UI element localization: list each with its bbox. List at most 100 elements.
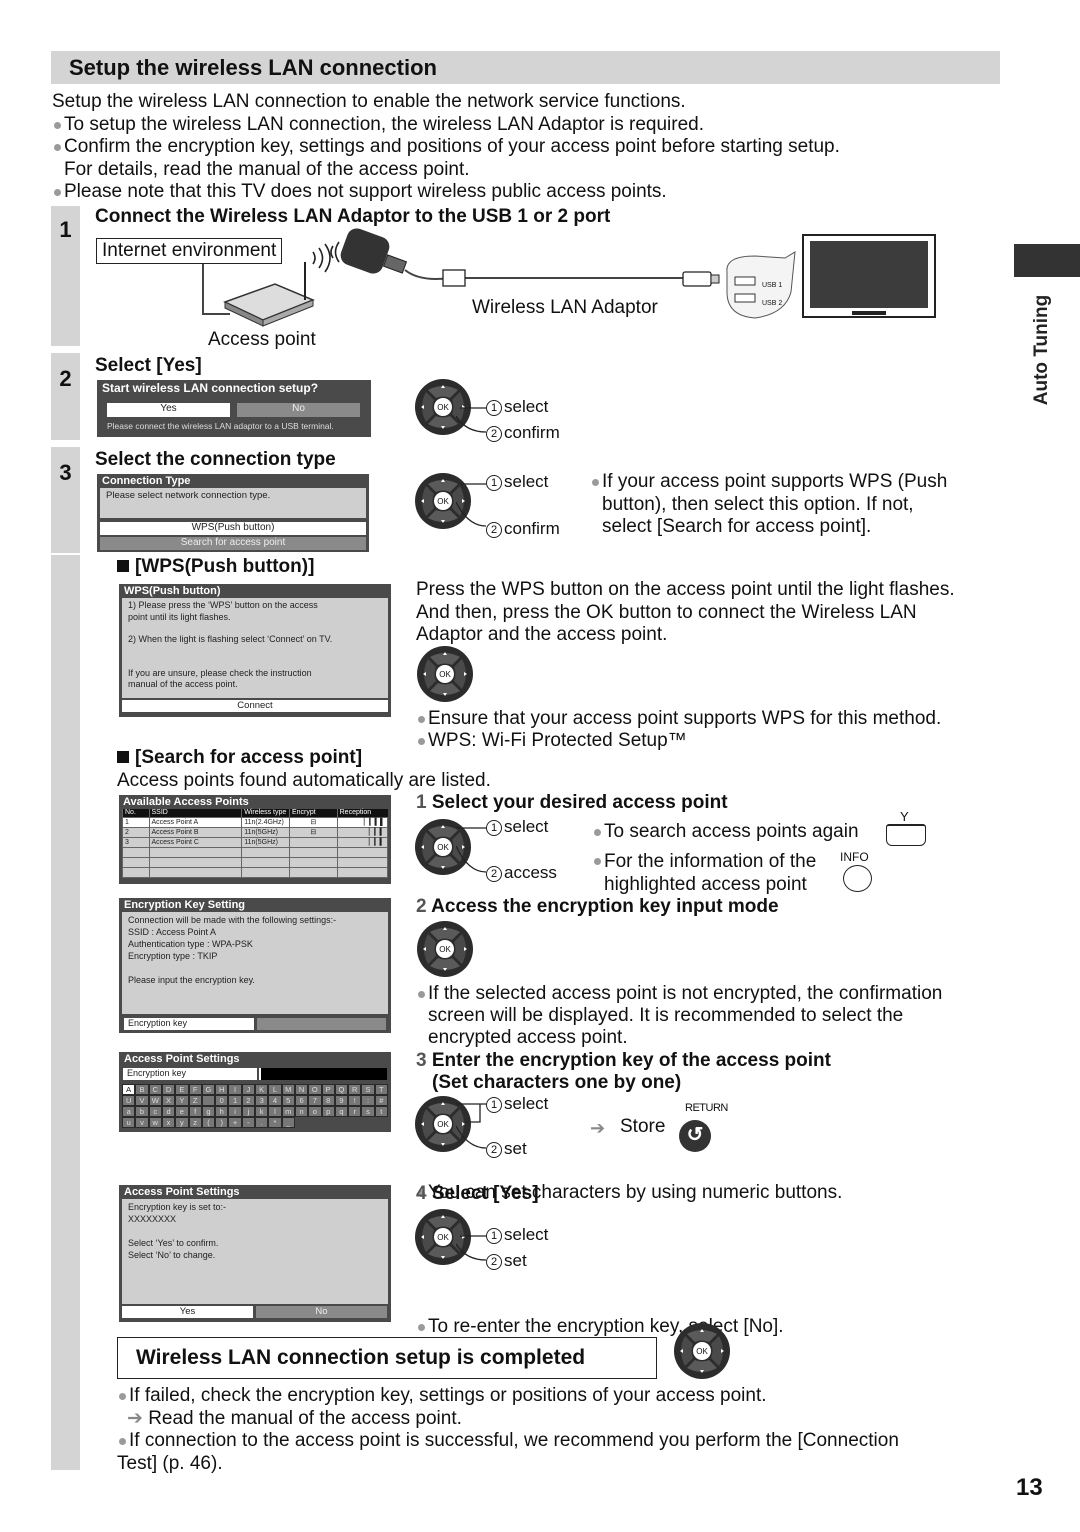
- keyboard-key[interactable]: v: [135, 1117, 149, 1128]
- keyboard-key[interactable]: (: [201, 1117, 216, 1128]
- encryption-key-value[interactable]: [257, 1018, 386, 1030]
- dialog-title: Connection Type: [102, 475, 191, 487]
- keyboard-key[interactable]: i: [228, 1106, 242, 1117]
- keyboard-key[interactable]: e: [175, 1106, 189, 1117]
- keyboard-key[interactable]: M: [281, 1084, 295, 1095]
- keyboard-key[interactable]: 1: [228, 1095, 242, 1106]
- keyboard-key[interactable]: 9: [334, 1095, 349, 1106]
- keyboard-key[interactable]: *: [268, 1117, 282, 1128]
- dialog-title: Access Point Settings: [124, 1186, 240, 1198]
- keyboard-key[interactable]: _: [281, 1117, 295, 1128]
- keyboard-key[interactable]: z: [188, 1117, 202, 1128]
- keyboard-key[interactable]: Y: [175, 1095, 189, 1106]
- wps-heading: [WPS(Push button)]: [117, 556, 314, 578]
- table-row[interactable]: 2 Access Point B 11n(5GHz) ⊟ ▏▎▍: [122, 826, 389, 838]
- keyboard-key[interactable]: 0: [215, 1095, 229, 1106]
- keyboard-key[interactable]: A: [122, 1084, 136, 1095]
- keyboard-key[interactable]: +: [228, 1117, 242, 1128]
- option-wps[interactable]: WPS(Push button): [100, 522, 366, 535]
- keyboard-key[interactable]: 8: [321, 1095, 335, 1106]
- keyboard-key[interactable]: S: [361, 1084, 375, 1095]
- encryption-key-field: Encryption key: [123, 1068, 257, 1080]
- keyboard-key[interactable]: G: [201, 1084, 216, 1095]
- wifi-signal-icon: [312, 241, 340, 273]
- keyboard-key[interactable]: H: [215, 1084, 229, 1095]
- keyboard-key[interactable]: p: [321, 1106, 335, 1117]
- store-label: Store: [620, 1116, 666, 1137]
- keyboard-key[interactable]: T: [374, 1084, 388, 1095]
- keyboard-key[interactable]: a: [122, 1106, 136, 1117]
- keyboard-key[interactable]: B: [135, 1084, 149, 1095]
- keyboard-key[interactable]: r: [348, 1106, 362, 1117]
- keyboard-key[interactable]: o: [308, 1106, 322, 1117]
- keyboard-key[interactable]: C: [148, 1084, 162, 1095]
- re-enter-note: To re-enter the encryption key, select […: [416, 1316, 1080, 1338]
- keyboard-key[interactable]: O: [308, 1084, 322, 1095]
- substep-3-subtitle: (Set characters one by one): [432, 1072, 682, 1093]
- keyboard-key[interactable]: x: [161, 1117, 176, 1128]
- keyboard-key[interactable]: .: [255, 1117, 269, 1128]
- keyboard-key[interactable]: [201, 1095, 216, 1106]
- keyboard-key[interactable]: P: [321, 1084, 335, 1095]
- keyboard-key[interactable]: F: [188, 1084, 202, 1095]
- option-search[interactable]: Search for access point: [100, 537, 366, 550]
- keyboard-key[interactable]: J: [241, 1084, 255, 1095]
- keyboard-key[interactable]: Z: [188, 1095, 202, 1106]
- connect-button[interactable]: Connect: [122, 700, 388, 712]
- keyboard-key[interactable]: u: [122, 1117, 136, 1128]
- keyboard-key[interactable]: W: [148, 1095, 162, 1106]
- keyboard-key[interactable]: l: [268, 1106, 282, 1117]
- keyboard-key[interactable]: 7: [308, 1095, 322, 1106]
- keyboard-key[interactable]: j: [241, 1106, 255, 1117]
- keyboard-key[interactable]: t: [374, 1106, 388, 1117]
- yes-button[interactable]: Yes: [122, 1306, 253, 1318]
- keyboard-key[interactable]: 4: [268, 1095, 282, 1106]
- keyboard-key[interactable]: b: [135, 1106, 149, 1117]
- keyboard-key[interactable]: D: [161, 1084, 176, 1095]
- no-button[interactable]: No: [256, 1306, 387, 1318]
- keyboard-key[interactable]: 2: [241, 1095, 255, 1106]
- yes-button[interactable]: Yes: [107, 403, 230, 417]
- keyboard-key[interactable]: I: [228, 1084, 242, 1095]
- column-header: Encrypt: [288, 809, 338, 817]
- keyboard-key[interactable]: c: [148, 1106, 162, 1117]
- encryption-key-input[interactable]: [259, 1068, 387, 1080]
- keyboard-key[interactable]: g: [201, 1106, 216, 1117]
- callout-lines: [456, 407, 487, 433]
- step-number: 1: [59, 217, 72, 242]
- keyboard-key[interactable]: R: [348, 1084, 362, 1095]
- keyboard-key[interactable]: 3: [255, 1095, 269, 1106]
- keyboard-key[interactable]: y: [175, 1117, 189, 1128]
- keyboard-key[interactable]: -: [241, 1117, 255, 1128]
- encryption-key-field[interactable]: Encryption key: [124, 1018, 254, 1030]
- keyboard-key[interactable]: 5: [281, 1095, 295, 1106]
- no-button[interactable]: No: [237, 403, 360, 417]
- keyboard-key[interactable]: q: [334, 1106, 349, 1117]
- keyboard-key[interactable]: K: [255, 1084, 269, 1095]
- table-row[interactable]: 3 Access Point C 11n(5GHz) ▏▎▍: [122, 836, 389, 848]
- select-label: 1 select: [486, 1094, 548, 1114]
- keyboard-key[interactable]: s: [361, 1106, 375, 1117]
- substep-2-heading: 2 Access the encryption key input mode: [416, 896, 779, 917]
- keyboard-key[interactable]: #: [374, 1095, 388, 1106]
- keyboard-key[interactable]: 6: [294, 1095, 309, 1106]
- keyboard-key[interactable]: w: [148, 1117, 162, 1128]
- keyboard-key[interactable]: N: [294, 1084, 309, 1095]
- keyboard-key[interactable]: V: [135, 1095, 149, 1106]
- keyboard-key[interactable]: h: [215, 1106, 229, 1117]
- keyboard-key[interactable]: n: [294, 1106, 309, 1117]
- keyboard-key[interactable]: :: [361, 1095, 375, 1106]
- keyboard-key[interactable]: k: [255, 1106, 269, 1117]
- keyboard-key[interactable]: X: [161, 1095, 176, 1106]
- keyboard-key[interactable]: Q: [334, 1084, 349, 1095]
- table-row[interactable]: 1 Access Point A 11n(2.4GHz) ⊟ ▏▎▍▌: [122, 816, 389, 828]
- keyboard-key[interactable]: f: [188, 1106, 202, 1117]
- keyboard-key[interactable]: L: [268, 1084, 282, 1095]
- keyboard-key[interactable]: E: [175, 1084, 189, 1095]
- keyboard-key[interactable]: m: [281, 1106, 295, 1117]
- keyboard-key[interactable]: U: [122, 1095, 136, 1106]
- keyboard-key[interactable]: d: [161, 1106, 176, 1117]
- dialog-body: 1) Please press the ‘WPS’ button on the …: [122, 598, 388, 698]
- keyboard-key[interactable]: !: [348, 1095, 362, 1106]
- keyboard-key[interactable]: ): [215, 1117, 229, 1128]
